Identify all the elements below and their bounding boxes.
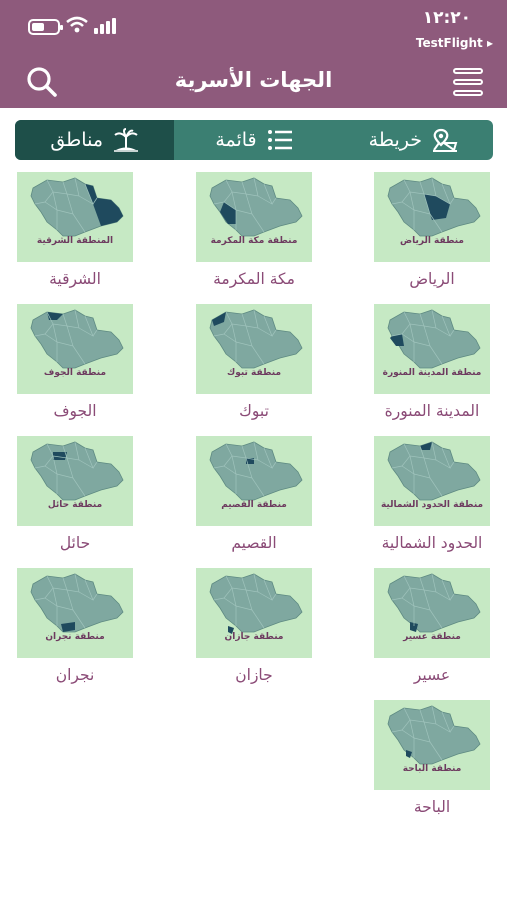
region-map-caption: المنطقة الشرقية <box>36 236 114 246</box>
region-map-thumbnail: منطقة مكة المكرمة <box>196 172 312 262</box>
region-name: الشرقية <box>49 270 101 288</box>
region-tile[interactable]: المنطقة الشرقية الشرقية <box>17 172 135 288</box>
region-name: الرياض <box>409 270 455 288</box>
region-map-image <box>209 573 303 634</box>
region-map-thumbnail: المنطقة الشرقية <box>17 172 133 262</box>
tab-map-label: خريطة <box>368 129 422 151</box>
region-tile[interactable]: منطقة عسير عسير <box>374 568 492 684</box>
region-map-image <box>387 309 481 369</box>
region-map-image <box>387 705 481 765</box>
region-map-thumbnail: منطقة حائل <box>17 436 133 526</box>
region-name: حائل <box>59 534 91 552</box>
palm-island-icon <box>114 128 138 152</box>
wifi-icon <box>66 16 88 33</box>
region-map-caption: منطقة حائل <box>47 500 103 510</box>
battery-icon <box>28 19 63 35</box>
map-pin-icon <box>432 128 458 152</box>
page-title: الجهات الأسرية <box>174 68 333 92</box>
region-map-caption: منطقة عسير <box>403 632 461 642</box>
region-map-thumbnail: منطقة تبوك <box>196 304 312 394</box>
region-map-caption: منطقة الجوف <box>43 368 107 378</box>
region-map-image <box>30 573 124 633</box>
region-name: المدينة المنورة <box>384 402 480 420</box>
region-tile[interactable]: منطقة الباحة الباحة <box>374 700 492 816</box>
region-name: الباحة <box>413 798 451 816</box>
region-map-thumbnail: منطقة الرياض <box>374 172 490 262</box>
region-map-thumbnail: منطقة الجوف <box>17 304 133 394</box>
region-name: مكة المكرمة <box>213 270 295 288</box>
region-map-caption: منطقة مكة المكرمة <box>210 236 298 246</box>
region-map-thumbnail: منطقة المدينة المنورة <box>374 304 490 394</box>
region-map-caption: منطقة الباحة <box>402 764 462 774</box>
region-map-image <box>30 441 124 501</box>
region-map-image <box>209 309 303 369</box>
region-tile[interactable]: منطقة جازان جازان <box>196 568 314 684</box>
status-time: ١٢:٢٠ <box>422 8 471 28</box>
tab-list[interactable]: قائمة <box>174 120 333 160</box>
region-map-image <box>209 177 303 237</box>
region-map-image <box>30 177 124 237</box>
region-tile[interactable]: منطقة الجوف الجوف <box>17 304 135 420</box>
view-switcher: مناطق قائمة خريطة <box>15 120 493 160</box>
app-header: ١٢:٢٠ TestFlight ▸ الجهات الأسرية <box>0 0 507 108</box>
region-name: تبوك <box>239 402 269 420</box>
region-name: القصيم <box>231 534 277 552</box>
region-map-thumbnail: منطقة نجران <box>17 568 133 658</box>
region-map-thumbnail: منطقة عسير <box>374 568 490 658</box>
region-map-image <box>209 441 303 501</box>
menu-button[interactable] <box>453 68 483 96</box>
region-name: جازان <box>235 666 273 684</box>
signal-icon <box>94 18 116 34</box>
region-tile[interactable]: منطقة حائل حائل <box>17 436 135 552</box>
region-tile[interactable]: منطقة المدينة المنورة المدينة المنورة <box>374 304 492 420</box>
region-name: نجران <box>55 666 95 684</box>
region-name: الحدود الشمالية <box>381 534 483 552</box>
region-tile[interactable]: منطقة نجران نجران <box>17 568 135 684</box>
tab-map[interactable]: خريطة <box>334 120 493 160</box>
region-tile[interactable]: منطقة تبوك تبوك <box>196 304 314 420</box>
tab-regions-label: مناطق <box>50 129 103 151</box>
region-map-caption: منطقة تبوك <box>226 368 282 378</box>
region-name: عسير <box>413 666 451 684</box>
region-map-thumbnail: منطقة جازان <box>196 568 312 658</box>
region-name: الجوف <box>53 402 97 420</box>
region-tile[interactable]: منطقة مكة المكرمة مكة المكرمة <box>196 172 314 288</box>
nav-bar: الجهات الأسرية <box>0 58 507 106</box>
region-map-caption: منطقة جازان <box>224 632 284 642</box>
status-bar: ١٢:٢٠ TestFlight ▸ <box>0 0 507 52</box>
region-map-thumbnail: منطقة الحدود الشمالية <box>374 436 490 526</box>
region-map-caption: منطقة الحدود الشمالية <box>380 500 484 510</box>
region-map-caption: منطقة القصيم <box>221 500 287 510</box>
region-map-caption: منطقة نجران <box>45 632 105 642</box>
testflight-back-link[interactable]: TestFlight ▸ <box>416 36 493 50</box>
region-map-image <box>30 309 124 369</box>
region-map-image <box>387 177 481 237</box>
region-map-caption: منطقة المدينة المنورة <box>382 368 482 378</box>
region-map-thumbnail: منطقة القصيم <box>196 436 312 526</box>
region-map-caption: منطقة الرياض <box>399 236 464 246</box>
region-map-image <box>387 441 481 501</box>
tab-regions[interactable]: مناطق <box>15 120 175 160</box>
region-tile[interactable]: منطقة الحدود الشمالية الحدود الشمالية <box>374 436 492 552</box>
region-map-thumbnail: منطقة الباحة <box>374 700 490 790</box>
region-tile[interactable]: منطقة الرياض الرياض <box>374 172 492 288</box>
tab-list-label: قائمة <box>215 129 257 151</box>
region-tile[interactable]: منطقة القصيم القصيم <box>196 436 314 552</box>
region-map-image <box>387 573 481 633</box>
list-icon <box>267 130 292 150</box>
